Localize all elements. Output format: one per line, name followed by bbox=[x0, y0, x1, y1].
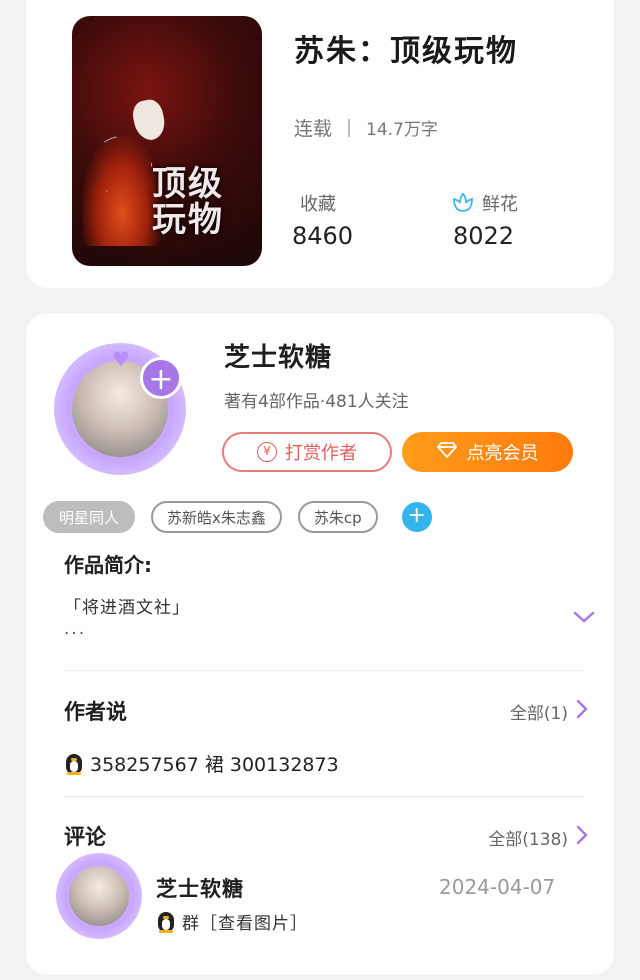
author-says-see-all[interactable]: 全部(1) bbox=[510, 699, 588, 724]
book-word-count: 14.7万字 bbox=[366, 120, 438, 140]
flower-label: 鲜花 bbox=[482, 194, 518, 215]
author-name[interactable]: 芝士软糖 bbox=[224, 337, 332, 374]
flower-icon bbox=[452, 193, 474, 213]
comment-text[interactable]: 群［查看图片］ bbox=[156, 909, 308, 934]
meta-divider bbox=[348, 118, 351, 137]
heart-icon: ♥ bbox=[112, 347, 130, 371]
tag-list: 明星同人 苏新皓x朱志鑫 苏朱cp + bbox=[43, 501, 432, 533]
tag-item[interactable]: 明星同人 bbox=[43, 501, 136, 533]
see-all-label: 全部(1) bbox=[509, 704, 568, 724]
book-cover[interactable]: 顶级玩物 bbox=[72, 16, 262, 266]
author-stats: 著有4部作品·481人关注 bbox=[224, 392, 409, 412]
vip-button[interactable]: 点亮会员 bbox=[402, 432, 573, 472]
book-title: 苏朱：顶级玩物 bbox=[294, 34, 518, 69]
cover-title-text: 顶级玩物 bbox=[152, 164, 224, 240]
follow-plus-button[interactable]: + bbox=[140, 357, 182, 399]
chevron-right-icon bbox=[576, 825, 588, 850]
tag-item[interactable]: 苏新皓x朱志鑫 bbox=[151, 501, 282, 533]
comment-author-name[interactable]: 芝士软糖 bbox=[156, 873, 244, 903]
comment-avatar[interactable] bbox=[56, 853, 142, 939]
flower-stat[interactable]: 鲜花 bbox=[452, 190, 518, 216]
chevron-right-icon bbox=[576, 699, 588, 724]
author-says-text: 358257567 裙 300132873 bbox=[64, 750, 339, 777]
vip-label: 点亮会员 bbox=[466, 443, 539, 464]
intro-ellipsis: ... bbox=[64, 619, 87, 639]
penguin-icon bbox=[156, 910, 176, 934]
collect-value: 8460 bbox=[292, 222, 354, 250]
comment-content: 群［查看图片］ bbox=[182, 914, 308, 934]
yen-icon: ¥ bbox=[257, 442, 277, 462]
divider bbox=[64, 796, 584, 797]
avatar-photo bbox=[69, 866, 129, 926]
divider bbox=[64, 670, 584, 671]
intro-text: 「将进酒文社」 bbox=[64, 598, 190, 618]
chevron-down-icon[interactable] bbox=[573, 609, 595, 628]
book-meta: 连载 14.7万字 bbox=[294, 114, 438, 141]
intro-title: 作品简介: bbox=[64, 553, 152, 577]
comment-date: 2024-04-07 bbox=[439, 875, 556, 899]
see-all-label: 全部(138) bbox=[488, 830, 568, 850]
comments-title: 评论 bbox=[64, 825, 106, 849]
tag-item[interactable]: 苏朱cp bbox=[297, 501, 378, 533]
book-info-card: 顶级玩物 苏朱：顶级玩物 连载 14.7万字 收藏 8460 鲜花 8022 bbox=[26, 0, 614, 288]
comments-see-all[interactable]: 全部(138) bbox=[488, 825, 588, 850]
book-status: 连载 bbox=[294, 118, 333, 140]
tip-author-label: 打赏作者 bbox=[285, 443, 357, 464]
author-says-content: 358257567 裙 300132873 bbox=[90, 754, 339, 776]
penguin-icon bbox=[64, 752, 84, 776]
author-says-title: 作者说 bbox=[64, 700, 127, 724]
add-tag-button[interactable]: + bbox=[401, 502, 432, 532]
diamond-icon bbox=[436, 441, 457, 463]
author-card: ♥ + 芝士软糖 著有4部作品·481人关注 ¥ 打赏作者 点亮会员 明星同人 … bbox=[26, 313, 614, 975]
tip-author-button[interactable]: ¥ 打赏作者 bbox=[222, 432, 392, 472]
collect-label: 收藏 bbox=[300, 194, 336, 215]
flower-value: 8022 bbox=[453, 222, 515, 250]
